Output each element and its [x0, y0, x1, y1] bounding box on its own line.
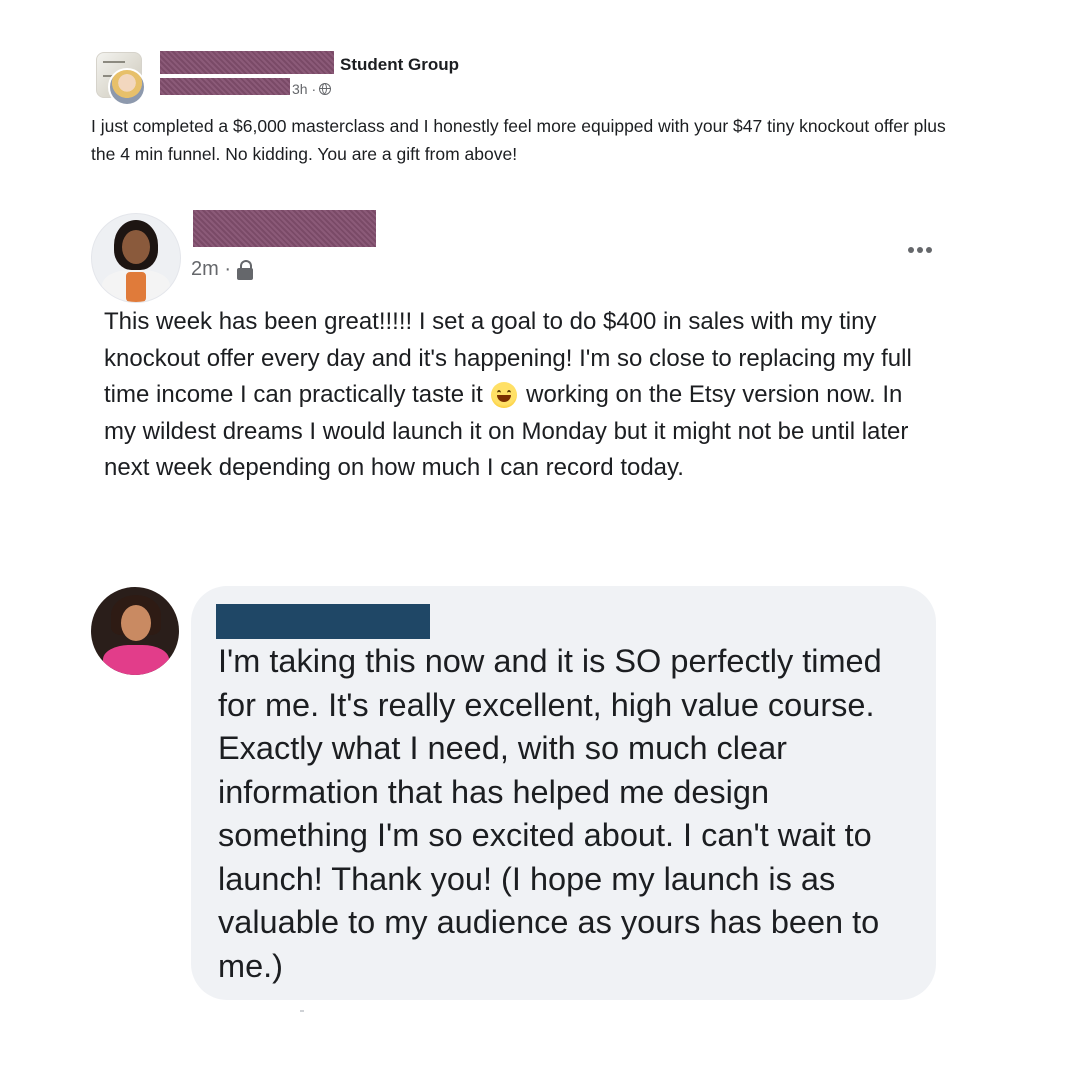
user-avatar[interactable] [108, 68, 146, 106]
group-name-link[interactable]: Student Group [340, 55, 459, 75]
redacted-author-name [160, 78, 290, 95]
dot [917, 247, 923, 253]
post-meta: 2m · [191, 258, 253, 281]
grinning-face-icon [491, 382, 518, 408]
dot [926, 247, 932, 253]
redacted-group-name [160, 51, 334, 74]
group-avatar[interactable] [96, 52, 146, 106]
avatar-face [122, 230, 150, 264]
comment-text: I'm taking this now and it is SO perfect… [218, 643, 882, 984]
globe-icon [319, 83, 332, 95]
post-timestamp[interactable]: 2m · [191, 258, 231, 281]
redacted-commenter-name [216, 604, 430, 639]
post-text: I just completed a $6,000 masterclass an… [91, 116, 946, 164]
post-1: Student Group 3h · I just completed a $6… [0, 0, 1080, 180]
lock-icon [237, 259, 253, 280]
avatar-shirt [103, 645, 169, 675]
divider [300, 1010, 304, 1012]
redacted-author-name [193, 210, 376, 247]
avatar-shirt [126, 272, 146, 302]
commenter-avatar[interactable] [91, 587, 179, 675]
post-meta: 3h · [292, 81, 332, 97]
avatar-face [121, 605, 151, 641]
post-timestamp[interactable]: 3h · [292, 81, 316, 97]
author-avatar[interactable] [91, 213, 181, 303]
dot [908, 247, 914, 253]
more-options-icon[interactable] [900, 238, 940, 262]
post-text: This week has been great!!!!! I set a go… [104, 304, 934, 487]
emoji-eye [507, 390, 512, 396]
